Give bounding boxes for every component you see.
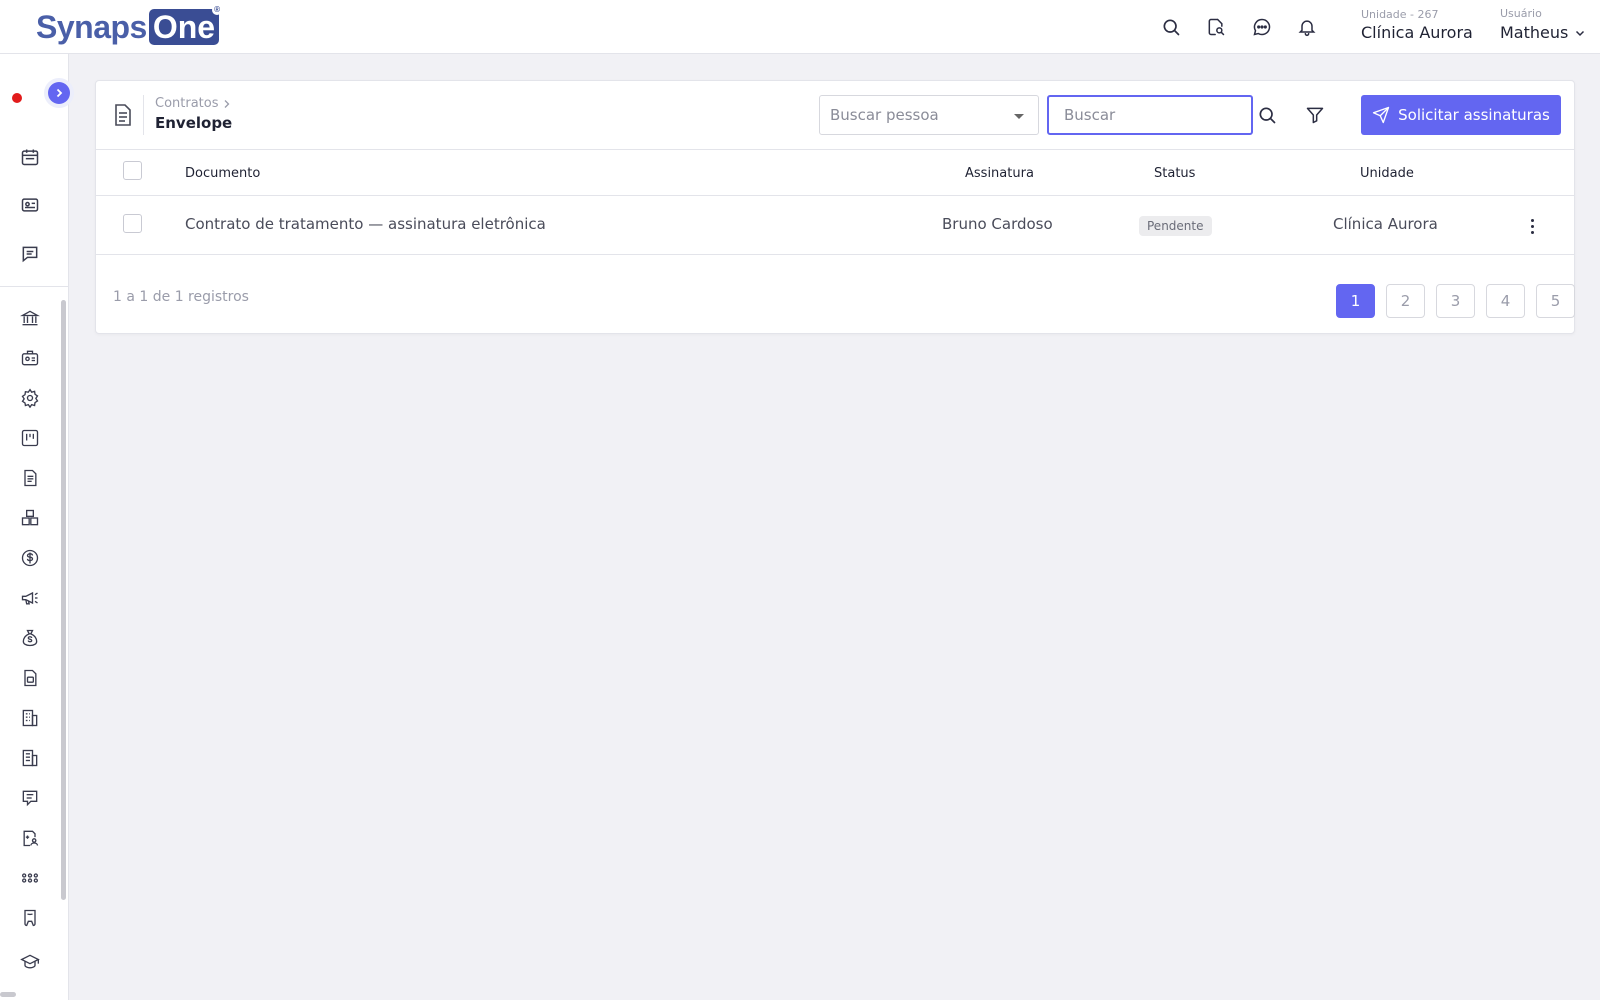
document-icon[interactable] <box>19 467 41 489</box>
document-search-icon[interactable] <box>1204 15 1228 39</box>
chat-list-icon[interactable] <box>19 787 41 809</box>
filter-button[interactable] <box>1304 104 1326 126</box>
page-title: Envelope <box>155 114 233 132</box>
row-checkbox[interactable] <box>123 214 142 233</box>
page-button-4[interactable]: 4 <box>1486 284 1525 318</box>
unit-label: Unidade - 267 <box>1361 8 1439 21</box>
breadcrumb-divider <box>143 95 144 135</box>
page-button-3[interactable]: 3 <box>1436 284 1475 318</box>
records-summary: 1 a 1 de 1 registros <box>113 289 249 305</box>
chevron-down-icon <box>1576 30 1585 36</box>
column-header-unidade[interactable]: Unidade <box>1360 166 1414 181</box>
table-row[interactable]: Contrato de tratamento — assinatura elet… <box>96 196 1574 255</box>
dollar-icon[interactable] <box>19 547 41 569</box>
filter-icon <box>1306 107 1324 124</box>
logo-badge-text: One <box>152 9 216 45</box>
page-button-2[interactable]: 2 <box>1386 284 1425 318</box>
card-header: Contratos Envelope Buscar pessoa Solicit… <box>96 81 1574 150</box>
chevron-right-icon <box>224 99 229 108</box>
send-icon <box>1372 106 1390 124</box>
horizontal-scrollbar[interactable] <box>0 992 16 997</box>
report-icon[interactable] <box>19 667 41 689</box>
logo-text: Synaps <box>36 8 147 45</box>
person-select-placeholder: Buscar pessoa <box>830 106 939 124</box>
request-signatures-button[interactable]: Solicitar assinaturas <box>1361 95 1561 135</box>
select-all-checkbox[interactable] <box>123 161 142 180</box>
sidebar-scrollbar[interactable] <box>61 300 66 900</box>
pagination: 1 2 3 4 5 <box>1336 284 1575 318</box>
app-logo[interactable]: Synaps One ® <box>36 5 223 46</box>
user-name-row: Matheus <box>1500 23 1586 42</box>
bank-icon[interactable] <box>19 307 41 329</box>
logo-reg-mark: ® <box>212 5 223 15</box>
page-button-5[interactable]: 5 <box>1536 284 1575 318</box>
kanban-icon[interactable] <box>19 427 41 449</box>
user-label: Usuário <box>1500 7 1542 20</box>
building-alt-icon[interactable] <box>19 747 41 769</box>
cell-unidade: Clínica Aurora <box>1333 215 1438 233</box>
tooth-icon[interactable] <box>19 907 41 929</box>
page-button-1[interactable]: 1 <box>1336 284 1375 318</box>
gear-icon[interactable] <box>19 387 41 409</box>
cell-assinatura: Bruno Cardoso <box>942 215 1053 233</box>
row-actions-kebab-icon[interactable] <box>1524 216 1540 236</box>
user-menu[interactable]: Usuário Matheus <box>1500 7 1586 42</box>
message-icon[interactable] <box>19 243 41 265</box>
sidebar-expand-button[interactable] <box>48 82 70 104</box>
megaphone-icon[interactable] <box>19 587 41 609</box>
briefcase-icon[interactable] <box>19 347 41 369</box>
column-header-documento[interactable]: Documento <box>185 166 260 181</box>
search-icon[interactable] <box>1159 15 1183 39</box>
id-card-icon[interactable] <box>19 194 41 216</box>
column-header-assinatura[interactable]: Assinatura <box>965 166 1034 181</box>
boxes-icon[interactable] <box>19 507 41 529</box>
clipboard-user-icon[interactable] <box>19 827 41 849</box>
breadcrumb-parent[interactable]: Contratos <box>155 96 231 111</box>
column-header-status[interactable]: Status <box>1154 166 1195 181</box>
dropdown-caret-icon <box>1014 114 1024 119</box>
grid-dots-icon[interactable] <box>19 867 41 889</box>
chat-icon[interactable] <box>1250 15 1274 39</box>
chevron-right-icon <box>56 88 63 98</box>
logo-badge: One ® <box>148 5 223 45</box>
bell-icon[interactable] <box>1295 15 1319 39</box>
envelope-card: Contratos Envelope Buscar pessoa Solicit… <box>95 80 1575 334</box>
status-badge: Pendente <box>1139 216 1212 236</box>
unit-selector[interactable]: Unidade - 267 Clínica Aurora <box>1361 8 1473 42</box>
unit-name: Clínica Aurora <box>1361 23 1473 42</box>
money-bag-icon[interactable] <box>19 627 41 649</box>
search-button[interactable] <box>1256 104 1278 126</box>
person-select[interactable]: Buscar pessoa <box>819 95 1039 135</box>
building-icon[interactable] <box>19 707 41 729</box>
top-bar: Synaps One ® Unidade - 267 Clínica Aurora… <box>0 0 1600 54</box>
document-icon <box>112 103 136 127</box>
calendar-icon[interactable] <box>19 146 41 168</box>
sidebar-divider <box>0 286 68 287</box>
sidebar <box>0 54 70 1000</box>
search-input[interactable] <box>1047 95 1253 135</box>
search-icon <box>1259 107 1276 124</box>
status-dot <box>12 93 22 103</box>
graduation-cap-icon[interactable] <box>19 951 41 973</box>
user-name: Matheus <box>1500 23 1569 42</box>
cell-documento: Contrato de tratamento — assinatura elet… <box>185 215 546 233</box>
breadcrumb-parent-label: Contratos <box>155 96 219 111</box>
table-header: Documento Assinatura Status Unidade <box>96 150 1574 196</box>
request-signatures-label: Solicitar assinaturas <box>1398 106 1550 124</box>
